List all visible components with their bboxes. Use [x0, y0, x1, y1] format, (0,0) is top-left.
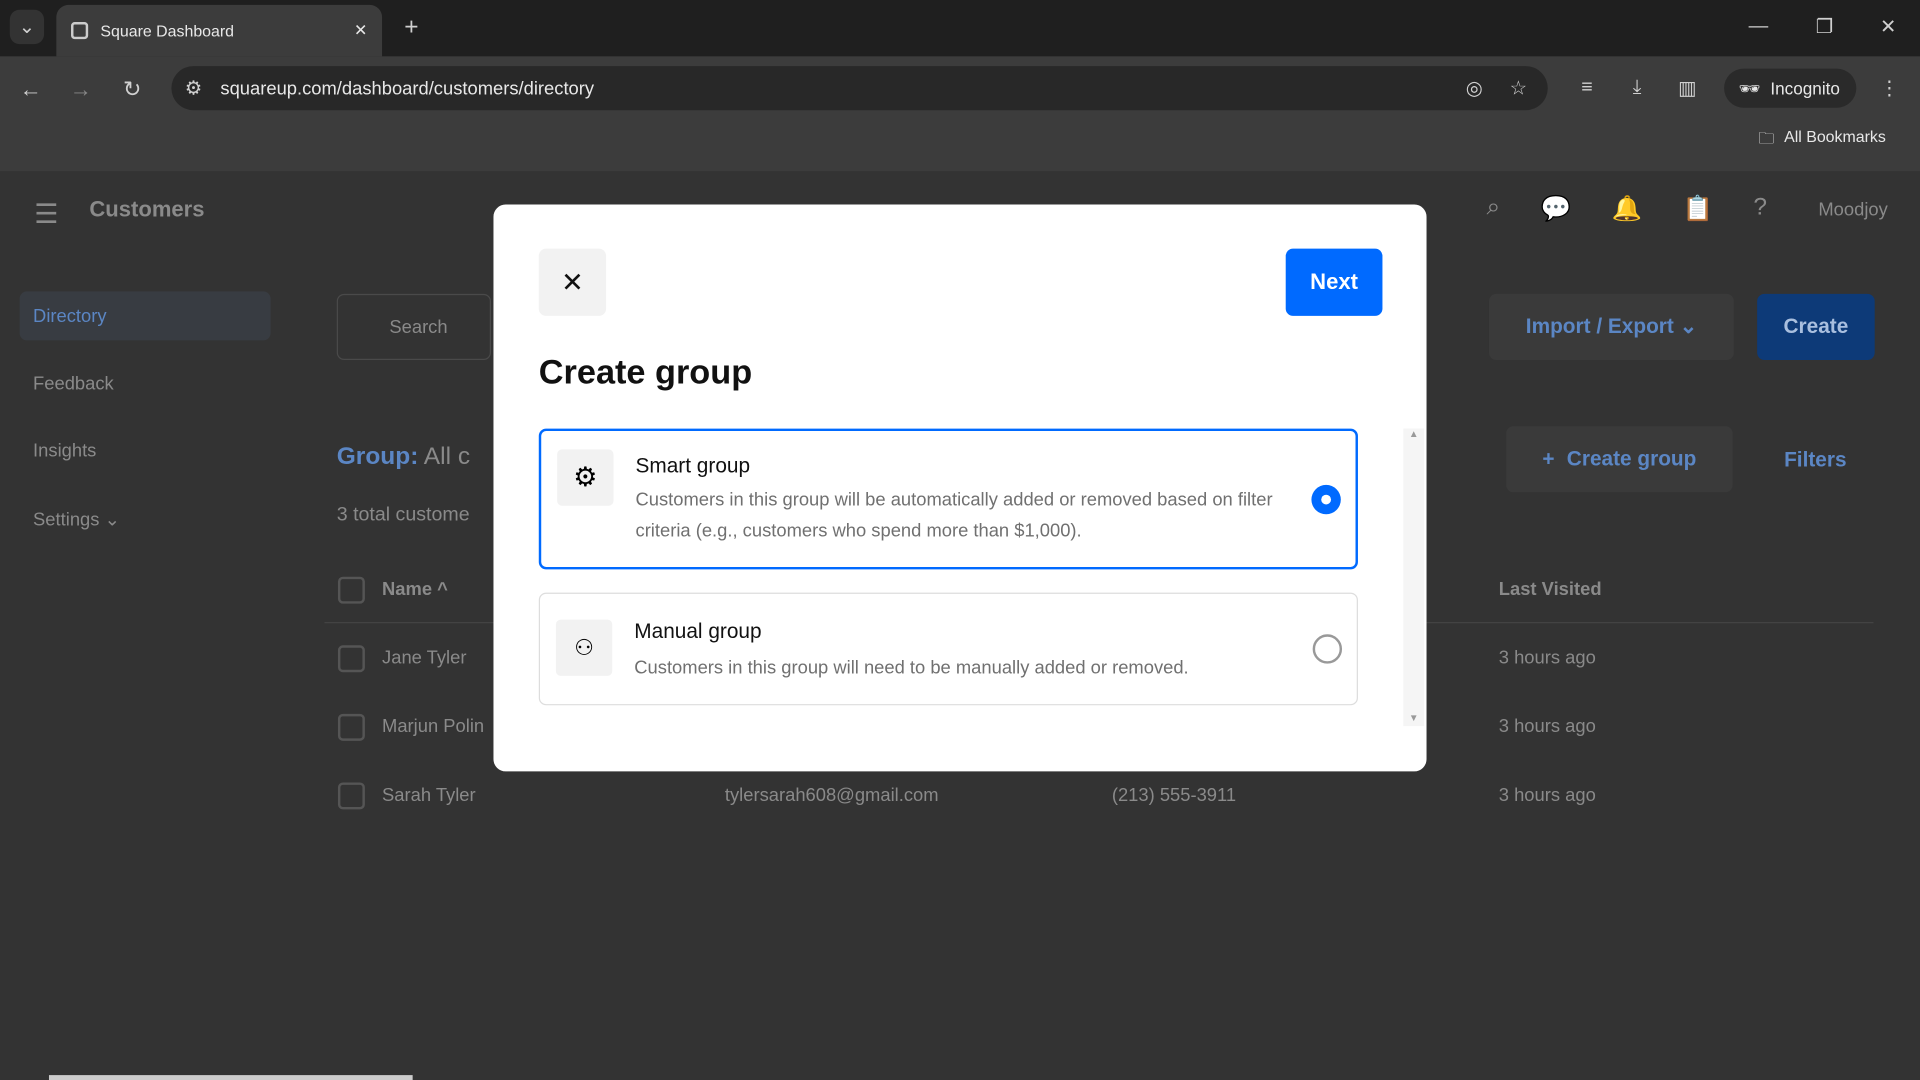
- smart-group-title: Smart group: [635, 454, 751, 478]
- name-header-label: Name: [382, 579, 433, 601]
- bell-icon[interactable]: 🔔: [1612, 193, 1642, 224]
- forward-icon[interactable]: →: [65, 73, 97, 105]
- address-bar[interactable]: ⚙ squareup.com/dashboard/customers/direct…: [171, 66, 1548, 111]
- close-icon[interactable]: ✕: [538, 248, 607, 316]
- create-group-dialog: ✕ Next Create group ⚙ Smart group Custom…: [493, 204, 1427, 772]
- next-button[interactable]: Next: [1285, 248, 1383, 316]
- search-icon[interactable]: ⌕: [1487, 193, 1501, 224]
- sidebar-item-settings[interactable]: Settings ⌄: [33, 508, 120, 530]
- incognito-badge[interactable]: 🕶 Incognito: [1724, 68, 1857, 108]
- manual-group-radio[interactable]: [1312, 634, 1343, 664]
- app-title: Customers: [89, 197, 205, 222]
- user-name[interactable]: Moodjoy: [1818, 200, 1887, 221]
- total-customers: 3 total custome: [336, 504, 470, 526]
- create-group-button[interactable]: + Create group: [1506, 426, 1733, 493]
- create-group-label: Create group: [1566, 446, 1697, 471]
- plus-icon: +: [1542, 446, 1555, 471]
- row-checkbox[interactable]: [337, 782, 365, 810]
- smart-group-radio[interactable]: [1311, 484, 1341, 515]
- clipboard-icon[interactable]: 📋: [1682, 193, 1712, 224]
- eye-off-icon[interactable]: ◎: [1462, 76, 1486, 100]
- sidebar-item-feedback[interactable]: Feedback: [33, 373, 114, 394]
- customer-name: Jane Tyler: [382, 647, 467, 669]
- group-value: All c: [423, 443, 471, 471]
- customer-phone: (213) 555-3911: [1111, 784, 1237, 806]
- browser-tab[interactable]: Square Dashboard ✕: [56, 4, 383, 57]
- row-checkbox[interactable]: [337, 645, 365, 673]
- tab-search-chevron-icon[interactable]: ⌄: [9, 9, 45, 45]
- all-bookmarks[interactable]: 🗀 All Bookmarks: [1758, 127, 1885, 154]
- gear-icon: ⚙: [557, 449, 614, 506]
- minimize-icon[interactable]: —: [1744, 12, 1773, 41]
- favicon-icon: [71, 22, 89, 40]
- sidebar-item-directory[interactable]: Directory: [33, 306, 106, 327]
- people-icon: ⚇: [555, 619, 613, 676]
- customer-name: Sarah Tyler: [382, 784, 476, 806]
- dialog-scrollbar[interactable]: ▲ ▼: [1403, 428, 1425, 727]
- tab-title: Square Dashboard: [100, 21, 235, 40]
- url-text: squareup.com/dashboard/customers/directo…: [220, 77, 595, 99]
- folder-icon: 🗀: [1758, 128, 1775, 147]
- manual-group-description: Customers in this group will need to be …: [634, 657, 1189, 679]
- customer-email: tylersarah608@gmail.com: [724, 784, 939, 806]
- manual-group-option[interactable]: ⚇ Manual group Customers in this group w…: [538, 592, 1358, 706]
- sidebar-item-insights[interactable]: Insights: [33, 441, 96, 462]
- search-placeholder: Search: [389, 317, 448, 338]
- filters-button[interactable]: Filters: [1784, 448, 1846, 472]
- reload-icon[interactable]: ↻: [116, 73, 148, 105]
- customer-name: Marjun Polin: [382, 716, 485, 738]
- group-selector[interactable]: Group: All c: [337, 443, 470, 471]
- horizontal-scrollbar[interactable]: [48, 1075, 413, 1080]
- smart-group-description: Customers in this group will be automati…: [635, 489, 1273, 542]
- smart-group-option[interactable]: ⚙ Smart group Customers in this group wi…: [538, 428, 1358, 570]
- close-tab-icon[interactable]: ✕: [354, 21, 367, 41]
- new-tab-icon[interactable]: +: [397, 12, 426, 41]
- chevron-down-icon: ⌄: [104, 509, 120, 531]
- help-icon[interactable]: ?: [1753, 193, 1767, 224]
- close-window-icon[interactable]: ✕: [1873, 12, 1902, 41]
- table-row[interactable]: Sarah Tyler tylersarah608@gmail.com (213…: [324, 782, 1873, 851]
- star-icon[interactable]: ☆: [1506, 76, 1530, 100]
- incognito-label: Incognito: [1770, 78, 1840, 98]
- side-panel-icon[interactable]: ▥: [1673, 73, 1702, 102]
- import-export-label: Import / Export: [1525, 314, 1674, 338]
- bookmarks-label: All Bookmarks: [1784, 127, 1886, 146]
- dialog-title: Create group: [538, 352, 753, 391]
- last-visited: 3 hours ago: [1498, 647, 1596, 669]
- search-input[interactable]: Search: [336, 293, 492, 361]
- restore-icon[interactable]: ❐: [1810, 12, 1839, 41]
- last-visited: 3 hours ago: [1498, 784, 1596, 806]
- last-visited: 3 hours ago: [1498, 716, 1596, 738]
- select-all-checkbox[interactable]: [337, 576, 365, 604]
- menu-kebab-icon[interactable]: ⋮: [1876, 73, 1903, 102]
- group-label: Group:: [336, 443, 419, 471]
- site-info-icon[interactable]: ⚙: [181, 76, 205, 100]
- import-export-button[interactable]: Import / Export ⌄: [1488, 293, 1734, 361]
- incognito-icon: 🕶: [1738, 77, 1761, 98]
- messages-icon[interactable]: 💬: [1541, 193, 1571, 224]
- settings-label: Settings: [33, 509, 100, 531]
- create-button[interactable]: Create: [1757, 293, 1875, 361]
- media-icon[interactable]: ≡: [1572, 73, 1601, 102]
- name-column-header[interactable]: Name ^: [382, 579, 448, 600]
- hamburger-icon[interactable]: ☰: [34, 198, 58, 230]
- download-icon[interactable]: ⤓: [1622, 73, 1651, 102]
- last-visited-header[interactable]: Last Visited: [1499, 579, 1602, 600]
- manual-group-title: Manual group: [634, 619, 762, 643]
- back-icon[interactable]: ←: [15, 73, 47, 105]
- row-checkbox[interactable]: [337, 713, 365, 741]
